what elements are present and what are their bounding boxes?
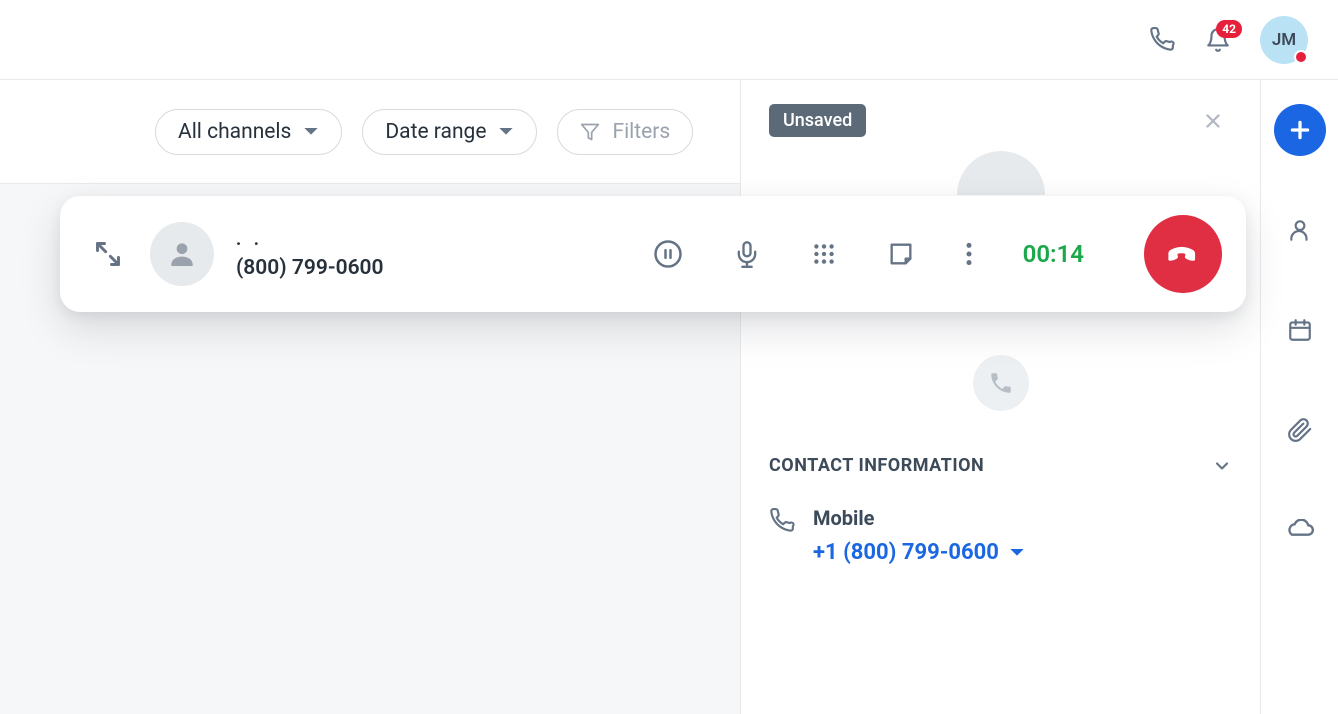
bell-icon[interactable]: 42	[1204, 26, 1232, 54]
active-call-bar: . . (800) 799-0600 00:14	[60, 196, 1246, 312]
contact-row-mobile: Mobile +1 (800) 799-0600	[769, 506, 1232, 565]
channels-filter[interactable]: All channels	[155, 109, 342, 155]
microphone-icon[interactable]	[733, 240, 761, 268]
collapse-icon[interactable]	[94, 240, 122, 268]
more-icon[interactable]	[965, 241, 973, 267]
channels-label: All channels	[178, 120, 291, 144]
cloud-icon[interactable]	[1274, 504, 1326, 556]
pause-icon[interactable]	[653, 239, 683, 269]
call-actions: 00:14	[653, 215, 1222, 293]
dialpad-icon[interactable]	[811, 241, 837, 267]
person-icon[interactable]	[1274, 204, 1326, 256]
header-bar: 42 JM	[0, 0, 1338, 80]
unsaved-tag: Unsaved	[769, 104, 866, 137]
add-button[interactable]	[1274, 104, 1326, 156]
chevron-down-icon	[1212, 456, 1232, 476]
close-icon[interactable]	[1202, 110, 1224, 132]
phone-icon[interactable]	[1148, 26, 1176, 54]
caller-number: (800) 799-0600	[236, 256, 384, 280]
contact-number-link[interactable]: +1 (800) 799-0600	[813, 540, 1025, 565]
contact-type-label: Mobile	[813, 506, 1025, 530]
phone-icon	[769, 508, 795, 534]
contact-avatar-placeholder	[957, 151, 1045, 195]
contact-info-header[interactable]: CONTACT INFORMATION	[769, 455, 1232, 476]
filters-label: Filters	[612, 120, 670, 144]
right-rail	[1260, 80, 1338, 714]
user-avatar[interactable]: JM	[1260, 16, 1308, 64]
detail-panel: Unsaved CONTACT INFORMATION Mobile +1 (8…	[740, 80, 1260, 714]
daterange-filter[interactable]: Date range	[362, 109, 537, 155]
filters-button[interactable]: Filters	[557, 109, 693, 155]
calendar-icon[interactable]	[1274, 304, 1326, 356]
note-icon[interactable]	[887, 240, 915, 268]
caller-avatar	[150, 222, 214, 286]
contact-info-title: CONTACT INFORMATION	[769, 455, 984, 476]
avatar-initials: JM	[1272, 30, 1296, 50]
funnel-icon	[580, 122, 600, 142]
caller-info: . . (800) 799-0600	[236, 229, 384, 280]
daterange-label: Date range	[385, 120, 486, 144]
notification-badge: 42	[1216, 20, 1242, 38]
caret-down-icon	[498, 126, 514, 138]
attachment-icon[interactable]	[1274, 404, 1326, 456]
caret-down-icon	[1009, 547, 1025, 559]
call-timer: 00:14	[1023, 240, 1084, 268]
caret-down-icon	[303, 126, 319, 138]
contact-number-text: +1 (800) 799-0600	[813, 540, 999, 565]
avatar-status-dot	[1294, 50, 1308, 64]
hangup-button[interactable]	[1144, 215, 1222, 293]
phone-circle-icon[interactable]	[973, 355, 1029, 411]
caller-name: . .	[236, 229, 384, 250]
